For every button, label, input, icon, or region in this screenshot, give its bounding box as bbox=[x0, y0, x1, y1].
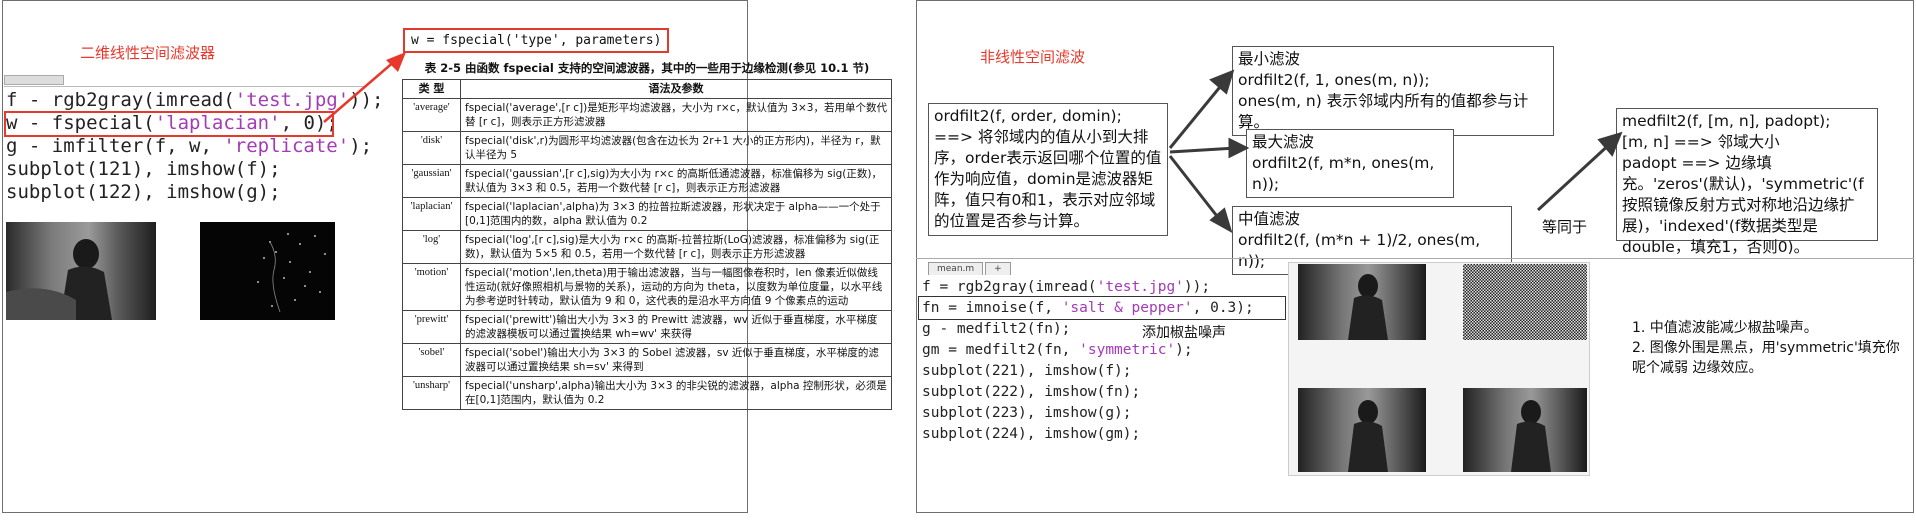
girl-photo-graphic bbox=[1348, 400, 1388, 472]
medfilt-neighborhood: [m, n] ==> 邻域大小 bbox=[1622, 133, 1780, 151]
left-code-line: subplot(122), imshow(g); bbox=[6, 181, 384, 204]
editor-tab-bar: mean.m + bbox=[928, 262, 1013, 276]
conclusion-note-2: 2. 图像外围是黑点，用'symmetric'填充你呢个减弱 边缘效应。 bbox=[1632, 340, 1900, 376]
dark-arrows bbox=[1168, 69, 1623, 234]
right-code-line: subplot(221), imshow(f); bbox=[922, 361, 1254, 382]
filter-type-cell: 'prewitt' bbox=[402, 310, 461, 344]
filter-type-cell: 'motion' bbox=[402, 263, 461, 311]
right-code-line: subplot(223), imshow(g); bbox=[922, 403, 1254, 424]
code-text: gm = medfilt2(fn, bbox=[922, 342, 1080, 358]
table-caption: 表 2-5 由函数 fspecial 支持的空间滤波器，其中的一些用于边缘检测(… bbox=[424, 61, 870, 75]
linear-filter-heading: 二维线性空间滤波器 bbox=[80, 44, 216, 62]
medfilt-description: medfilt2(f, [m, n], padopt); [m, n] ==> … bbox=[1616, 108, 1878, 256]
editor-tab-add[interactable]: + bbox=[985, 262, 1011, 275]
result-original bbox=[1298, 264, 1426, 340]
table-row: 'laplacian' fspecial('laplacian',alpha)为 … bbox=[402, 197, 892, 231]
editor-tab-mean[interactable]: mean.m bbox=[928, 262, 984, 275]
code-text: ); bbox=[1175, 342, 1193, 358]
code-text: subplot(222), imshow(fn); bbox=[922, 384, 1141, 400]
left-code-line: g - imfilter(f, w, 'replicate'); bbox=[6, 135, 384, 158]
filter-syntax-cell: fspecial('average',[r c])是矩形平均滤波器，大小为 r×… bbox=[460, 98, 892, 132]
laplacian-line-highlight bbox=[4, 111, 334, 137]
filter-syntax-cell: fspecial('laplacian',alpha)为 3×3 的拉普拉斯滤波… bbox=[460, 197, 892, 231]
table-row: 'motion' fspecial('motion',len,theta)用于输出… bbox=[402, 263, 892, 311]
laplacian-filtered-image bbox=[200, 222, 335, 320]
girl-photo-graphic bbox=[1348, 274, 1388, 340]
filter-type-cell: 'average' bbox=[402, 98, 461, 132]
code-string: 'replicate' bbox=[223, 135, 350, 157]
conclusion-note-1: 1. 中值滤波能减少椒盐噪声。 bbox=[1632, 320, 1818, 336]
imnoise-line-highlight bbox=[918, 296, 1286, 320]
table-row: 'gaussian' fspecial('gaussian',[r c],sig)… bbox=[402, 164, 892, 198]
right-code-line: f = rgb2gray(imread('test.jpg')); bbox=[922, 277, 1254, 298]
filter-syntax-cell: fspecial('disk',r)为圆形平均滤波器(包含在边长为 2r+1 大… bbox=[460, 131, 892, 165]
table-row: 'sobel' fspecial('sobel')输出大小为 3×3 的 Sobe… bbox=[402, 343, 892, 377]
code-string: 'test.jpg' bbox=[1096, 279, 1184, 295]
right-code-line: subplot(222), imshow(fn); bbox=[922, 382, 1254, 403]
filter-type-cell: 'gaussian' bbox=[402, 164, 461, 198]
result-noisy bbox=[1463, 264, 1587, 340]
code-text: subplot(221), imshow(f); bbox=[922, 363, 1132, 379]
filter-syntax-cell: fspecial('gaussian',[r c],sig)为大小为 r×c 的… bbox=[460, 164, 892, 198]
filter-syntax-cell: fspecial('sobel')输出大小为 3×3 的 Sobel 滤波器，s… bbox=[460, 343, 892, 377]
table-row: 'disk' fspecial('disk',r)为圆形平均滤波器(包含在边长为 … bbox=[402, 131, 892, 165]
left-editor-tab-strip bbox=[4, 75, 64, 85]
medfilt-syntax: medfilt2(f, [m, n], padopt); bbox=[1622, 112, 1831, 130]
table-row: 'log' fspecial('log',[r c],sig)是大小为 r×c 的… bbox=[402, 230, 892, 264]
code-text: ); bbox=[349, 135, 373, 157]
code-text: )); bbox=[1183, 279, 1211, 295]
fspecial-syntax: w = fspecial('type', parameters) bbox=[403, 28, 670, 53]
separator-line bbox=[916, 258, 1914, 259]
result-median-symmetric bbox=[1463, 388, 1587, 472]
medfilt-padopt: padopt ==> 边缘填充。'zeros'(默认)，'symmetric'(… bbox=[1622, 154, 1864, 256]
filter-type-cell: 'unsharp' bbox=[402, 376, 461, 410]
right-code-line: subplot(224), imshow(gm); bbox=[922, 424, 1254, 445]
code-text: f = rgb2gray(imread( bbox=[922, 279, 1097, 295]
code-string: 'symmetric' bbox=[1079, 342, 1176, 358]
edge-noise-graphic bbox=[257, 233, 326, 313]
code-text: subplot(224), imshow(gm); bbox=[922, 426, 1141, 442]
filter-type-cell: 'sobel' bbox=[402, 343, 461, 377]
girl-photo-graphic bbox=[1511, 400, 1551, 472]
fspecial-table: 类 型 语法及参数 'average' fspecial('average',[r… bbox=[402, 79, 892, 410]
noise-annotation: 添加椒盐噪声 bbox=[1142, 325, 1226, 341]
filter-syntax-cell: fspecial('unsharp',alpha)输出大小为 3×3 的非尖锐的… bbox=[460, 376, 892, 410]
filter-syntax-cell: fspecial('motion',len,theta)用于输出滤波器，当与一幅… bbox=[460, 263, 892, 311]
code-text: subplot(122), imshow(g); bbox=[6, 181, 281, 203]
filter-syntax-cell: fspecial('prewitt')输出大小为 3×3 的 Prewitt 滤… bbox=[460, 310, 892, 344]
code-text: f - rgb2gray(imread( bbox=[6, 89, 235, 111]
table-row: 'unsharp' fspecial('unsharp',alpha)输出大小为 … bbox=[402, 376, 892, 410]
filter-type-cell: 'disk' bbox=[402, 131, 461, 165]
code-text: subplot(223), imshow(g); bbox=[922, 405, 1132, 421]
red-arrow bbox=[323, 52, 406, 123]
table-header-syntax: 语法及参数 bbox=[460, 79, 892, 99]
table-header-type: 类 型 bbox=[402, 79, 461, 99]
nonlinear-filter-heading: 非线性空间滤波 bbox=[980, 48, 1086, 66]
conclusion-notes: 1. 中值滤波能减少椒盐噪声。 2. 图像外围是黑点，用'symmetric'填… bbox=[1632, 318, 1910, 378]
filter-syntax-cell: fspecial('log',[r c],sig)是大小为 r×c 的高斯-拉普… bbox=[460, 230, 892, 264]
code-text: subplot(121), imshow(f); bbox=[6, 158, 281, 180]
table-row: 'average' fspecial('average',[r c])是矩形平均滤… bbox=[402, 98, 892, 132]
code-text: g - imfilter(f, w, bbox=[6, 135, 224, 157]
code-text: g - medfilt2(fn); bbox=[922, 321, 1071, 337]
fspecial-table-figure: 表 2-5 由函数 fspecial 支持的空间滤波器，其中的一些用于边缘检测(… bbox=[402, 56, 892, 410]
right-code-line: gm = medfilt2(fn, 'symmetric'); bbox=[922, 340, 1254, 361]
original-image-left bbox=[6, 222, 156, 320]
result-median bbox=[1298, 388, 1426, 472]
filter-type-cell: 'log' bbox=[402, 230, 461, 264]
girl-photo-graphic bbox=[6, 239, 112, 320]
left-code-line: subplot(121), imshow(f); bbox=[6, 158, 384, 181]
table-row: 'prewitt' fspecial('prewitt')输出大小为 3×3 的 … bbox=[402, 310, 892, 344]
filter-type-cell: 'laplacian' bbox=[402, 197, 461, 231]
ordfilt-description: ordfilt2(f, order, domin); ==> 将邻域内的值从小到… bbox=[928, 103, 1168, 236]
